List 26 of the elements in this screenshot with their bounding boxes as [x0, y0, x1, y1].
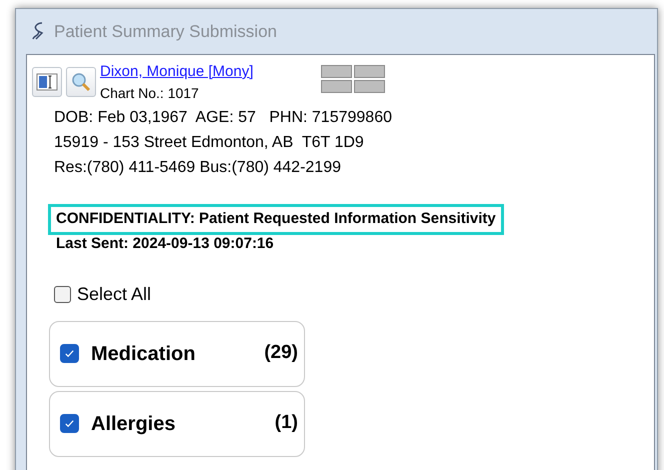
section-card[interactable]: Allergies (1): [49, 390, 305, 456]
id-card-icon: [36, 73, 58, 91]
section-card[interactable]: Medication (29): [49, 320, 305, 386]
section-count: (29): [264, 341, 298, 366]
checkbox[interactable]: [60, 414, 79, 433]
search-icon: [70, 71, 92, 93]
select-all-checkbox[interactable]: Select All: [54, 280, 152, 308]
confidentiality-text: CONFIDENTIALITY: Patient Requested Information Sensitivity: [48, 204, 504, 234]
checkmark-icon: [64, 348, 75, 359]
last-sent-text: Last Sent: 2024-09-13 09:07:16: [55, 234, 274, 252]
section-count: (1): [274, 411, 298, 436]
grid-icon: [321, 65, 386, 93]
section-label: Medication: [91, 342, 196, 366]
phone-text: Res:(780) 411-5469 Bus:(780) 442-2199: [54, 158, 342, 178]
checkmark-icon: [64, 418, 75, 429]
checkbox[interactable]: [60, 344, 79, 363]
checkbox[interactable]: [54, 286, 71, 302]
window-title: Patient Summary Submission: [54, 20, 277, 43]
app-icon: [30, 20, 46, 42]
card-button[interactable]: [32, 67, 62, 97]
section-label: Allergies: [91, 412, 176, 436]
patient-name-link[interactable]: Dixon, Monique [Mony]: [100, 63, 254, 81]
dob-text: DOB: Feb 03,1967 AGE: 57 PHN: 715799860: [54, 108, 393, 128]
address-text: 15919 - 153 Street Edmonton, AB T6T 1D9: [54, 133, 365, 153]
search-button[interactable]: [66, 67, 96, 97]
chart-number: Chart No.: 1017: [100, 84, 200, 103]
